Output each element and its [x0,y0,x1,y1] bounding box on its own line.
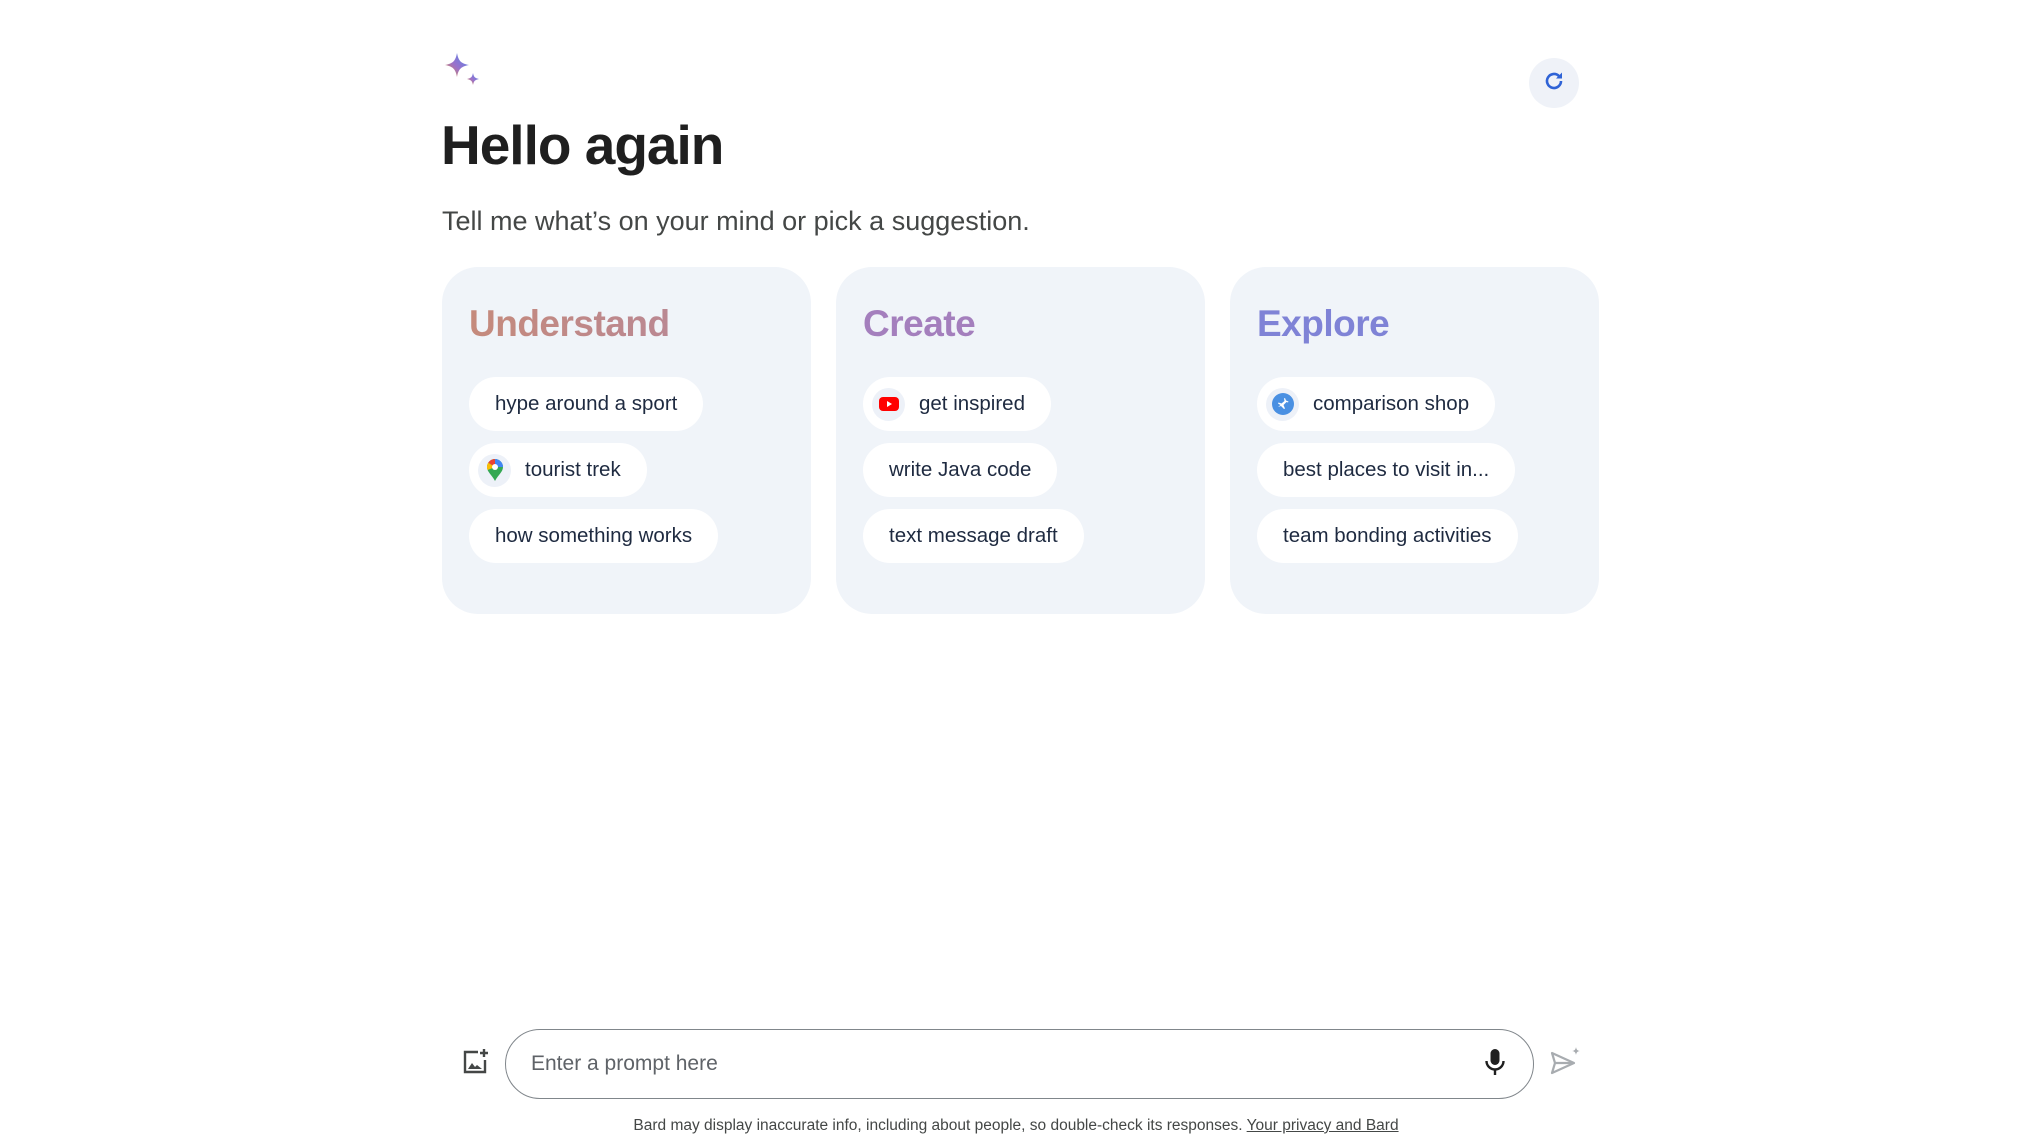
card-create: Create get inspired write Java code text… [836,267,1205,614]
chip-label: write Java code [889,458,1032,481]
disclaimer: Bard may display inaccurate info, includ… [0,1116,2032,1136]
voice-input-button[interactable] [1475,1044,1515,1084]
microphone-icon [1484,1048,1506,1081]
card-title-understand: Understand [469,303,784,345]
suggestion-cards: Understand hype around a sport tourist t… [442,267,1599,614]
chip-label: team bonding activities [1283,524,1492,547]
page-title: Hello again [441,114,724,176]
chip-label: best places to visit in... [1283,458,1490,481]
upload-image-button[interactable] [458,1044,492,1084]
chip-label: tourist trek [525,458,621,481]
card-title-create: Create [863,303,976,344]
card-understand: Understand hype around a sport tourist t… [442,267,811,614]
card-explore: Explore comparison shop best places to v… [1230,267,1599,614]
chip-list: get inspired write Java code text messag… [863,377,1178,563]
send-button[interactable] [1548,1046,1582,1080]
chip-label: text message draft [889,524,1058,547]
disclaimer-text: Bard may display inaccurate info, includ… [633,1117,1247,1134]
prompt-input[interactable] [506,1030,1475,1098]
page-subtitle: Tell me what’s on your mind or pick a su… [442,206,1030,236]
chip-list: comparison shop best places to visit in.… [1257,377,1572,563]
suggestion-chip[interactable]: how something works [469,509,719,563]
refresh-suggestions-button[interactable] [1529,58,1579,108]
send-icon [1549,1045,1581,1082]
card-title-explore: Explore [1257,303,1390,344]
refresh-icon [1542,69,1566,98]
suggestion-chip[interactable]: hype around a sport [469,377,704,431]
bard-sparkle-icon [443,51,483,91]
google-maps-pin-icon [478,453,511,487]
chip-label: how something works [495,524,693,547]
chip-label: get inspired [919,392,1025,415]
suggestion-chip[interactable]: best places to visit in... [1257,443,1516,497]
youtube-icon [872,387,905,421]
suggestion-chip[interactable]: comparison shop [1257,377,1496,431]
suggestion-chip[interactable]: get inspired [863,377,1051,431]
suggestion-chip[interactable]: tourist trek [469,443,647,497]
chip-label: comparison shop [1313,392,1470,415]
suggestion-chip[interactable]: team bonding activities [1257,509,1518,563]
chip-label: hype around a sport [495,392,678,415]
prompt-box [505,1029,1534,1099]
suggestion-chip[interactable]: text message draft [863,509,1084,563]
suggestion-chip[interactable]: write Java code [863,443,1058,497]
chip-list: hype around a sport tourist trek how som… [469,377,784,563]
add-image-icon [461,1048,489,1081]
privacy-link[interactable]: Your privacy and Bard [1247,1117,1399,1134]
google-flights-icon [1266,387,1299,421]
